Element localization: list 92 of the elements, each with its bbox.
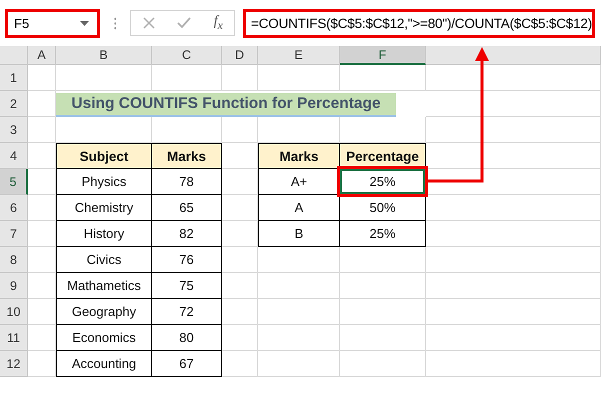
empty-cell[interactable] — [222, 247, 258, 273]
column-heading: Marks — [258, 143, 340, 169]
row-header[interactable]: 12 — [0, 351, 28, 377]
table-cell: 25% — [340, 169, 426, 195]
empty-cell[interactable] — [258, 299, 340, 325]
empty-cell[interactable] — [222, 65, 258, 91]
table-cell: Accounting — [56, 351, 152, 377]
table-cell: Mathametics — [56, 273, 152, 299]
empty-cell[interactable] — [258, 325, 340, 351]
empty-cell[interactable] — [426, 221, 601, 247]
table-cell: Geography — [56, 299, 152, 325]
column-header[interactable]: D — [222, 46, 258, 65]
empty-cell[interactable] — [426, 195, 601, 221]
column-header[interactable] — [426, 46, 601, 65]
empty-cell[interactable] — [56, 65, 152, 91]
empty-cell[interactable] — [426, 351, 601, 377]
table-cell: Physics — [56, 169, 152, 195]
table-cell: 72 — [152, 299, 222, 325]
empty-cell[interactable] — [426, 247, 601, 273]
row-header[interactable]: 4 — [0, 143, 28, 169]
table-cell: A+ — [258, 169, 340, 195]
empty-cell[interactable] — [258, 247, 340, 273]
empty-cell[interactable] — [258, 351, 340, 377]
row-header[interactable]: 8 — [0, 247, 28, 273]
empty-cell[interactable] — [152, 65, 222, 91]
formula-field[interactable]: =COUNTIFS($C$5:$C$12,">=80")/COUNTA($C$5:$C$12) — [243, 8, 595, 38]
column-heading: Subject — [56, 143, 152, 169]
select-all-button[interactable] — [0, 46, 28, 65]
empty-cell[interactable] — [426, 325, 601, 351]
column-header[interactable]: E — [258, 46, 340, 65]
empty-cell[interactable] — [340, 325, 426, 351]
empty-cell[interactable] — [340, 273, 426, 299]
column-header[interactable]: A — [28, 46, 56, 65]
row-header[interactable]: 10 — [0, 299, 28, 325]
name-box[interactable]: F5 — [5, 8, 100, 38]
empty-cell[interactable] — [426, 91, 601, 117]
row-header[interactable]: 6 — [0, 195, 28, 221]
table-cell: 65 — [152, 195, 222, 221]
table-cell: 75 — [152, 273, 222, 299]
empty-cell[interactable] — [222, 169, 258, 195]
table-cell: 78 — [152, 169, 222, 195]
empty-cell[interactable] — [222, 273, 258, 299]
empty-cell[interactable] — [258, 117, 340, 143]
empty-cell[interactable] — [222, 117, 258, 143]
empty-cell[interactable] — [426, 299, 601, 325]
sheet-title: Using COUNTIFS Function for Percentage — [56, 93, 396, 117]
table-cell: History — [56, 221, 152, 247]
table-cell: B — [258, 221, 340, 247]
table-cell: 67 — [152, 351, 222, 377]
table-cell: Economics — [56, 325, 152, 351]
table-cell: Chemistry — [56, 195, 152, 221]
row-header[interactable]: 11 — [0, 325, 28, 351]
empty-cell[interactable] — [340, 117, 426, 143]
empty-cell[interactable] — [222, 299, 258, 325]
empty-cell[interactable] — [340, 351, 426, 377]
table-cell: A — [258, 195, 340, 221]
row-header[interactable]: 2 — [0, 91, 28, 117]
column-header[interactable]: B — [56, 46, 152, 65]
checkmark-icon[interactable] — [177, 17, 192, 29]
row-header[interactable]: 3 — [0, 117, 28, 143]
column-header[interactable]: F — [340, 46, 426, 65]
table-cell: 82 — [152, 221, 222, 247]
empty-cell[interactable] — [258, 65, 340, 91]
column-heading: Marks — [152, 143, 222, 169]
row-header[interactable]: 5 — [0, 169, 28, 195]
insert-function-button[interactable]: f$_{x}$ — [214, 14, 223, 32]
empty-cell[interactable] — [426, 117, 601, 143]
cancel-icon[interactable] — [142, 17, 155, 29]
empty-cell[interactable] — [426, 273, 601, 299]
table-cell: 76 — [152, 247, 222, 273]
column-header[interactable]: C — [152, 46, 222, 65]
row-header[interactable]: 1 — [0, 65, 28, 91]
empty-cell[interactable] — [56, 117, 152, 143]
table-cell: 80 — [152, 325, 222, 351]
empty-cell[interactable] — [340, 65, 426, 91]
caret-icon — [80, 20, 89, 26]
empty-cell[interactable] — [222, 351, 258, 377]
empty-cell[interactable] — [258, 273, 340, 299]
empty-cell[interactable] — [222, 325, 258, 351]
empty-cell[interactable] — [222, 221, 258, 247]
row-header[interactable]: 9 — [0, 273, 28, 299]
table-cell: 50% — [340, 195, 426, 221]
table-cell: Civics — [56, 247, 152, 273]
row-header[interactable]: 7 — [0, 221, 28, 247]
empty-cell[interactable] — [426, 169, 601, 195]
empty-cell[interactable] — [340, 247, 426, 273]
empty-cell[interactable] — [340, 299, 426, 325]
drag-handle-icon[interactable] — [114, 16, 116, 30]
empty-cell[interactable] — [222, 195, 258, 221]
table-cell: 25% — [340, 221, 426, 247]
empty-cell[interactable] — [152, 117, 222, 143]
empty-cell[interactable] — [426, 65, 601, 91]
